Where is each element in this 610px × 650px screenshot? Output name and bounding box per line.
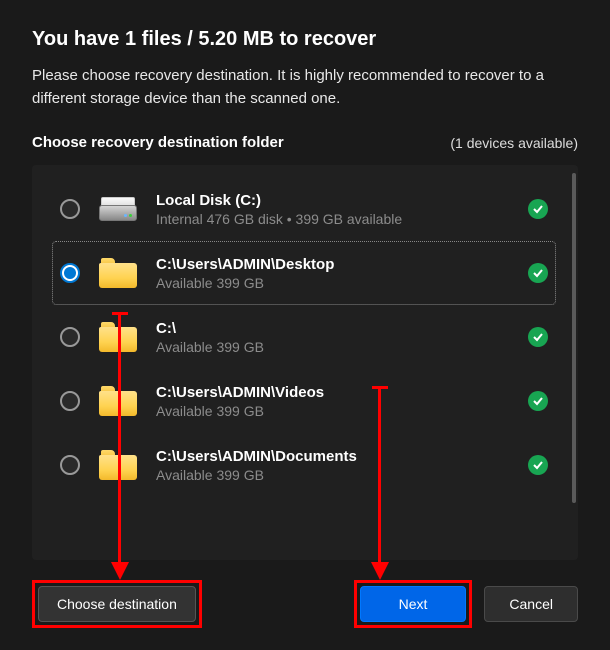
radio-button[interactable]: [60, 263, 80, 283]
item-subtitle: Available 399 GB: [156, 275, 510, 291]
section-label: Choose recovery destination folder: [32, 134, 284, 151]
item-title: C:\: [156, 320, 510, 337]
choose-destination-button[interactable]: Choose destination: [38, 586, 196, 622]
item-title: Local Disk (C:): [156, 192, 510, 209]
radio-button[interactable]: [60, 327, 80, 347]
folder-icon: [98, 319, 138, 355]
devices-available: (1 devices available): [450, 135, 578, 151]
item-subtitle: Internal 476 GB disk • 399 GB available: [156, 211, 510, 227]
folder-icon: [98, 255, 138, 291]
annotation-highlight: Choose destination: [32, 580, 202, 628]
disk-icon: [98, 191, 138, 227]
folder-icon: [98, 383, 138, 419]
check-icon: [528, 327, 548, 347]
folder-icon: [98, 447, 138, 483]
item-title: C:\Users\ADMIN\Videos: [156, 384, 510, 401]
list-item[interactable]: C:\Users\ADMIN\Documents Available 399 G…: [52, 433, 556, 497]
item-subtitle: Available 399 GB: [156, 467, 510, 483]
list-item[interactable]: C:\ Available 399 GB: [52, 305, 556, 369]
item-subtitle: Available 399 GB: [156, 339, 510, 355]
check-icon: [528, 455, 548, 475]
check-icon: [528, 391, 548, 411]
annotation-highlight: Next: [354, 580, 473, 628]
scrollbar[interactable]: [572, 173, 576, 503]
radio-button[interactable]: [60, 455, 80, 475]
radio-button[interactable]: [60, 199, 80, 219]
item-subtitle: Available 399 GB: [156, 403, 510, 419]
list-item[interactable]: C:\Users\ADMIN\Desktop Available 399 GB: [52, 241, 556, 305]
list-item[interactable]: C:\Users\ADMIN\Videos Available 399 GB: [52, 369, 556, 433]
next-button[interactable]: Next: [360, 586, 467, 622]
item-title: C:\Users\ADMIN\Desktop: [156, 256, 510, 273]
page-title: You have 1 files / 5.20 MB to recover: [32, 28, 578, 51]
check-icon: [528, 199, 548, 219]
destination-list: Local Disk (C:) Internal 476 GB disk • 3…: [32, 165, 578, 560]
radio-button[interactable]: [60, 391, 80, 411]
item-title: C:\Users\ADMIN\Documents: [156, 448, 510, 465]
cancel-button[interactable]: Cancel: [484, 586, 578, 622]
list-item[interactable]: Local Disk (C:) Internal 476 GB disk • 3…: [52, 177, 556, 241]
check-icon: [528, 263, 548, 283]
instruction-text: Please choose recovery destination. It i…: [32, 65, 578, 110]
